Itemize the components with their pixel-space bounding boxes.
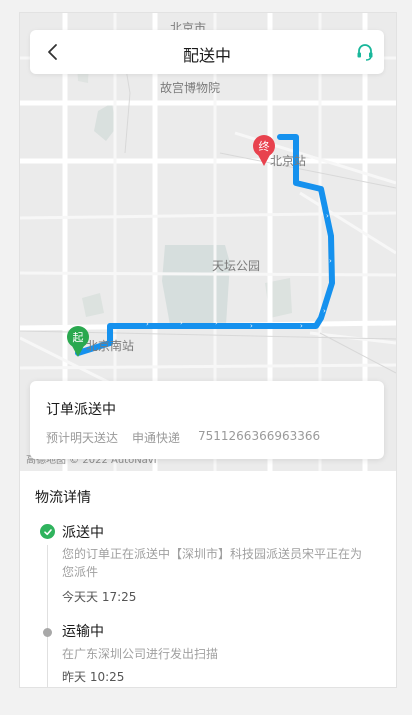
svg-text:›: ›	[250, 322, 253, 330]
map-label-temple: 天坛公园	[212, 259, 261, 273]
svg-text:›: ›	[329, 257, 332, 265]
event-time: 昨天 10:25	[62, 670, 125, 684]
customer-service-button[interactable]	[354, 41, 376, 63]
park-area	[94, 103, 116, 141]
svg-text:›: ›	[180, 319, 183, 327]
svg-text:›: ›	[326, 212, 329, 220]
map-label-beijing-station: 北京站	[270, 154, 307, 168]
logistics-title: 物流详情	[35, 490, 91, 506]
tracking-number[interactable]: 7511266366963366	[198, 429, 320, 443]
event-status: 派送中	[62, 525, 104, 541]
start-marker-label: 起	[73, 331, 84, 344]
timeline-line	[47, 545, 48, 687]
map-label-south-station: 北京南站	[86, 339, 135, 353]
page-title: 配送中	[182, 46, 231, 65]
phone-screen: › › › › › › › › 起 终 北京市 故宫博物院 北京站 天坛公园 北…	[19, 12, 397, 688]
order-status: 订单派送中	[46, 402, 116, 418]
event-description: 在广东深圳公司进行发出扫描	[62, 647, 219, 661]
check-icon	[40, 524, 55, 539]
event-description: 您的订单正在派送中【深圳市】科技园派送员宋平正在为您派件	[62, 547, 363, 579]
header-bar: 配送中	[30, 30, 384, 74]
svg-text:›: ›	[323, 307, 326, 315]
delivery-eta: 预计明天送达	[46, 431, 119, 445]
svg-text:›: ›	[300, 322, 303, 330]
park-area	[82, 293, 104, 317]
courier-name: 申通快递	[132, 431, 181, 445]
svg-text:›: ›	[146, 320, 149, 328]
map-label-palace: 故宫博物院	[160, 81, 221, 95]
event-status: 运输中	[62, 624, 104, 640]
timeline-dot	[43, 628, 52, 637]
logistics-details: 物流详情 派送中 您的订单正在派送中【深圳市】科技园派送员宋平正在为您派件 今天…	[20, 471, 396, 687]
end-marker-label: 终	[259, 139, 270, 153]
svg-text:›: ›	[215, 319, 218, 327]
headset-icon	[357, 44, 373, 61]
event-time: 今天天 17:25	[62, 590, 137, 604]
order-status-card[interactable]: 订单派送中 预计明天送达 申通快递 7511266366963366	[30, 381, 384, 459]
